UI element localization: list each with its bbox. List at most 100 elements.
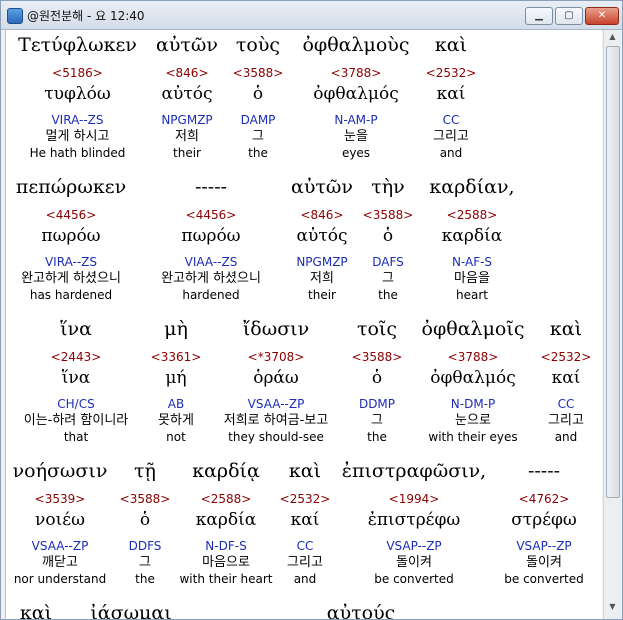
word-column[interactable]: καρδίαν, <2588> καρδία N-AF-S 마음을 heart: [418, 172, 526, 302]
word-column[interactable]: ἵνα <2443> ἵνα CH/CS 이는-하려 함이니라 that: [6, 314, 146, 444]
english-gloss: not: [166, 430, 186, 444]
strong-number[interactable]: <3588>: [225, 66, 291, 80]
parsing-code[interactable]: NPGMZP: [149, 113, 225, 127]
verse-line: ἵνα <2443> ἵνα CH/CS 이는-하려 함이니라 that μὴ …: [6, 314, 602, 456]
greek-word: καὶ: [19, 602, 53, 619]
greek-word: καὶ: [288, 460, 322, 482]
maximize-button[interactable]: ▢: [555, 7, 583, 25]
greek-word: μὴ: [164, 318, 188, 340]
word-column[interactable]: τοῖς <3588> ὁ DDMP 그 the: [346, 314, 408, 444]
parsing-code[interactable]: DDFS: [114, 539, 176, 553]
minimize-button[interactable]: ▁: [525, 7, 553, 25]
strong-number[interactable]: <4456>: [146, 208, 276, 222]
word-column[interactable]: τῇ <3588> ὁ DDFS 그 the: [114, 456, 176, 586]
lemma: ὁ: [371, 368, 383, 388]
parsing-code[interactable]: CC: [421, 113, 481, 127]
word-column[interactable]: τοὺς <3588> ὁ DAMP 그 the: [225, 30, 291, 160]
english-gloss: they should-see: [228, 430, 324, 444]
strong-number[interactable]: <3588>: [114, 492, 176, 506]
word-column[interactable]: Τετύφλωκεν <5186> τυφλόω VIRA--ZS 멀게 하시고…: [6, 30, 149, 160]
english-gloss: with their eyes: [428, 430, 518, 444]
title-bar[interactable]: @원전분해 - 요 12:40 ▁ ▢ ✕: [1, 1, 622, 30]
parsing-code[interactable]: DAMP: [225, 113, 291, 127]
strong-number[interactable]: <2532>: [421, 66, 481, 80]
word-column[interactable]: νοήσωσιν <3539> νοιέω VSAA--ZP 깨닫고 nor u…: [6, 456, 114, 586]
parsing-code[interactable]: VSAA--ZP: [206, 397, 346, 411]
greek-word: -----: [527, 460, 561, 482]
strong-number[interactable]: <2443>: [6, 350, 146, 364]
parsing-code[interactable]: N-AF-S: [418, 255, 526, 269]
word-column[interactable]: αὐτούς: [306, 598, 416, 619]
parsing-code[interactable]: VSAP--ZP: [494, 539, 594, 553]
lemma: στρέφω: [511, 510, 577, 530]
greek-word: αὐτούς: [326, 602, 396, 619]
greek-word: τῇ: [134, 460, 156, 482]
korean-gloss: 눈으로: [455, 413, 491, 428]
strong-number[interactable]: <2588>: [418, 208, 526, 222]
greek-word: καρδίαν,: [429, 176, 515, 198]
english-gloss: the: [378, 288, 398, 302]
strong-number[interactable]: <3788>: [291, 66, 421, 80]
parsing-code[interactable]: VIRA--ZS: [6, 255, 136, 269]
word-column[interactable]: καὶ <2532> καί CC 그리고 and: [538, 314, 594, 444]
vertical-scrollbar[interactable]: ▲ ▼: [603, 30, 621, 619]
word-column[interactable]: καὶ <2532> καί CC 그리고 and: [276, 456, 334, 586]
strong-number[interactable]: <3588>: [346, 350, 408, 364]
strong-number[interactable]: <2532>: [276, 492, 334, 506]
word-column[interactable]: καὶ <2532> καί CC 그리고 and: [421, 30, 481, 160]
app-icon[interactable]: [7, 8, 23, 24]
strong-number[interactable]: <3588>: [358, 208, 418, 222]
english-gloss: the: [135, 572, 155, 586]
strong-number[interactable]: <3361>: [146, 350, 206, 364]
lemma: ὁ: [139, 510, 151, 530]
strong-number[interactable]: <4762>: [494, 492, 594, 506]
word-column[interactable]: καρδίᾳ <2588> καρδία N-DF-S 마음으로 with th…: [176, 456, 276, 586]
parsing-code[interactable]: CC: [538, 397, 594, 411]
parsing-code[interactable]: CH/CS: [6, 397, 146, 411]
parsing-code[interactable]: DDMP: [346, 397, 408, 411]
strong-number[interactable]: <3539>: [6, 492, 114, 506]
strong-number[interactable]: <2588>: [176, 492, 276, 506]
parsing-code[interactable]: DAFS: [358, 255, 418, 269]
parsing-code[interactable]: CC: [276, 539, 334, 553]
parsing-code[interactable]: N-DM-P: [408, 397, 538, 411]
scroll-down-arrow-icon[interactable]: ▼: [606, 602, 619, 614]
word-column[interactable]: πεπώρωκεν <4456> πωρόω VIRA--ZS 완고하게 하셨으…: [6, 172, 136, 302]
strong-number[interactable]: <*3708>: [206, 350, 346, 364]
strong-number[interactable]: <2532>: [538, 350, 594, 364]
parsing-code[interactable]: NPGMZP: [286, 255, 358, 269]
parsing-code[interactable]: VIAA--ZS: [146, 255, 276, 269]
close-button[interactable]: ✕: [585, 7, 619, 25]
parsing-code[interactable]: VIRA--ZS: [6, 113, 149, 127]
parsing-code[interactable]: VSAP--ZP: [334, 539, 494, 553]
strong-number[interactable]: <3788>: [408, 350, 538, 364]
parsing-code[interactable]: N-AM-P: [291, 113, 421, 127]
strong-number[interactable]: <1994>: [334, 492, 494, 506]
scroll-up-arrow-icon[interactable]: ▲: [606, 32, 619, 44]
word-column[interactable]: ὀφθαλμοῖς <3788> ὀφθαλμός N-DM-P 눈으로 wit…: [408, 314, 538, 444]
interlinear-view[interactable]: Τετύφλωκεν <5186> τυφλόω VIRA--ZS 멀게 하시고…: [5, 30, 602, 619]
english-gloss: be converted: [504, 572, 584, 586]
word-column[interactable]: αὐτῶν <846> αὐτός NPGMZP 저희 their: [149, 30, 225, 160]
strong-number[interactable]: <846>: [286, 208, 358, 222]
strong-number[interactable]: <5186>: [6, 66, 149, 80]
parsing-code[interactable]: N-DF-S: [176, 539, 276, 553]
parsing-code[interactable]: VSAA--ZP: [6, 539, 114, 553]
greek-word: καρδίᾳ: [192, 460, 260, 482]
word-column[interactable]: καὶ: [6, 598, 66, 619]
word-column[interactable]: ἰάσωμαι: [76, 598, 186, 619]
word-column[interactable]: ὀφθαλμοὺς <3788> ὀφθαλμός N-AM-P 눈을 eyes: [291, 30, 421, 160]
word-column[interactable]: ----- <4456> πωρόω VIAA--ZS 완고하게 하셨으니 ha…: [146, 172, 276, 302]
word-column[interactable]: ----- <4762> στρέφω VSAP--ZP 돌이켜 be conv…: [494, 456, 594, 586]
word-column[interactable]: μὴ <3361> μή AB 못하게 not: [146, 314, 206, 444]
english-gloss: that: [63, 430, 89, 444]
strong-number[interactable]: <4456>: [6, 208, 136, 222]
word-column[interactable]: ἐπιστραφῶσιν, <1994> ἐπιστρέφω VSAP--ZP …: [334, 456, 494, 586]
word-column[interactable]: αὐτῶν <846> αὐτός NPGMZP 저희 their: [286, 172, 358, 302]
word-column[interactable]: τὴν <3588> ὁ DAFS 그 the: [358, 172, 418, 302]
word-column[interactable]: ἴδωσιν <*3708> ὁράω VSAA--ZP 저희로 하여금-보고 …: [206, 314, 346, 444]
greek-word: τοὺς: [235, 34, 281, 56]
strong-number[interactable]: <846>: [149, 66, 225, 80]
parsing-code[interactable]: AB: [146, 397, 206, 411]
scrollbar-thumb[interactable]: [606, 46, 620, 498]
